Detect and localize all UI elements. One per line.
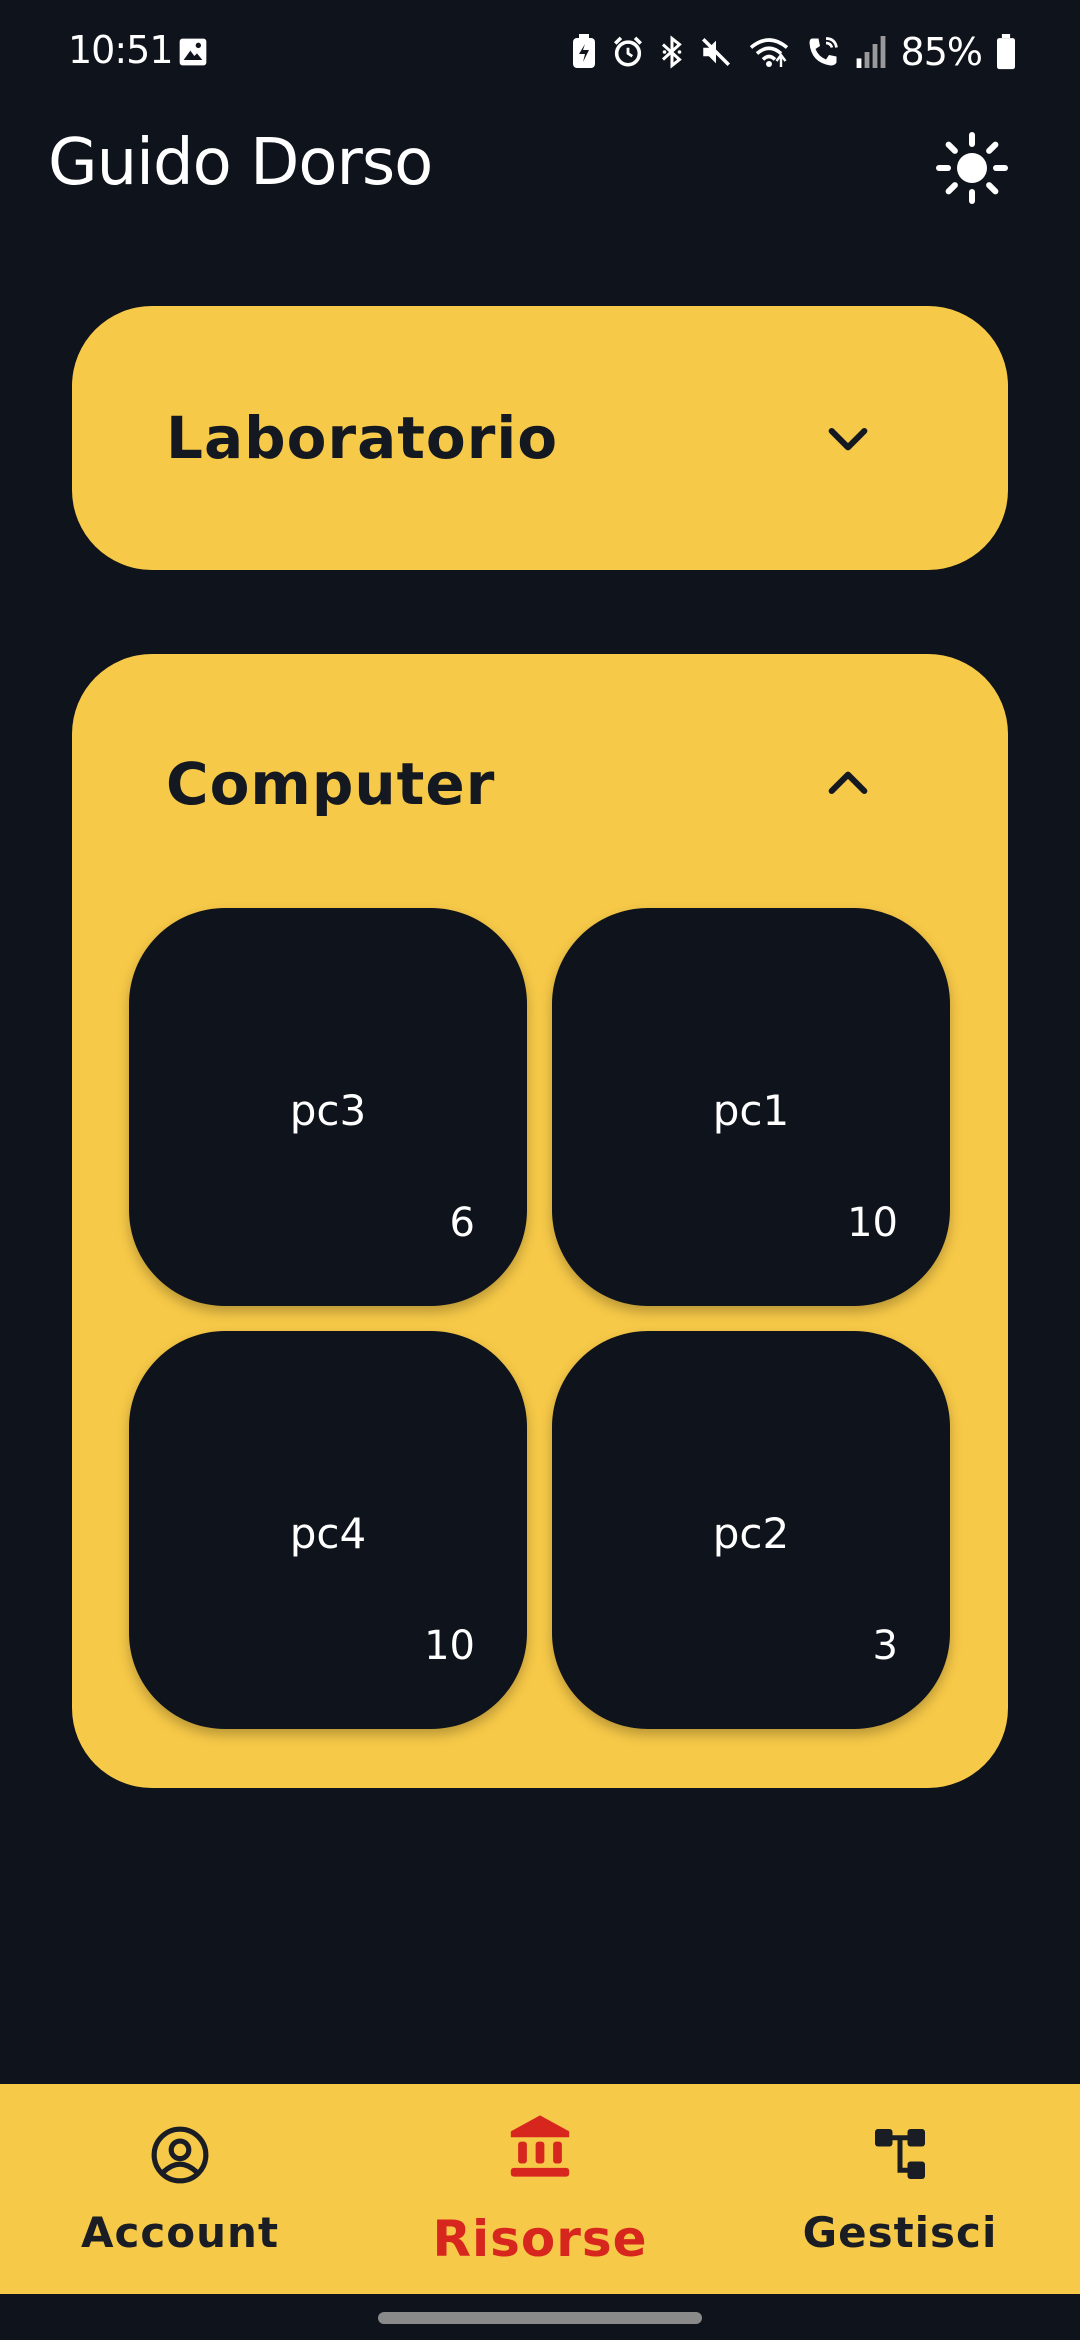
resource-tile-pc2[interactable]: pc2 3 [552, 1331, 950, 1729]
gesture-bar [0, 2294, 1080, 2340]
section-computer[interactable]: Computer pc3 6 pc1 10 pc4 10 pc2 3 [72, 654, 1008, 1788]
nav-item-risorse[interactable]: Risorse [390, 2084, 690, 2294]
chevron-up-icon[interactable] [820, 756, 876, 812]
nav-item-account[interactable]: Account [30, 2084, 330, 2294]
resource-name: pc4 [289, 1509, 367, 1558]
resource-tile-pc1[interactable]: pc1 10 [552, 908, 950, 1306]
home-indicator[interactable] [378, 2312, 702, 2324]
section-title: Laboratorio [166, 404, 559, 472]
nav-label-risorse: Risorse [432, 2210, 648, 2268]
resource-tile-pc4[interactable]: pc4 10 [129, 1331, 527, 1729]
resource-tile-pc3[interactable]: pc3 6 [129, 908, 527, 1306]
resource-count: 10 [424, 1623, 475, 1669]
status-time: 10:51 [68, 28, 174, 72]
page-title: Guido Dorso [48, 126, 433, 200]
theme-toggle-button[interactable] [930, 126, 1014, 210]
resource-count: 3 [872, 1623, 898, 1669]
nav-label-account: Account [80, 2208, 280, 2257]
account-circle-icon [151, 2126, 209, 2184]
section-laboratorio[interactable]: Laboratorio [72, 306, 1008, 570]
nav-label-gestisci: Gestisci [802, 2208, 998, 2257]
resource-name: pc1 [712, 1086, 790, 1135]
resource-name: pc3 [289, 1086, 367, 1135]
signal-icon [856, 36, 885, 68]
battery-percent: 85% [900, 30, 983, 74]
mute-icon [701, 37, 730, 67]
resource-name: pc2 [712, 1509, 790, 1558]
bottom-navigation: Account Risorse Gestisci [0, 2084, 1080, 2294]
hierarchy-icon [875, 2129, 925, 2179]
alarm-icon [613, 36, 642, 67]
section-title: Computer [166, 750, 496, 818]
status-bar: 10:51 85% [0, 0, 1080, 104]
resource-count: 10 [847, 1200, 898, 1246]
battery-saver-icon [572, 34, 595, 68]
gallery-icon [179, 38, 207, 66]
bluetooth-icon [661, 35, 682, 69]
resource-count: 6 [449, 1200, 475, 1246]
sun-icon [936, 132, 1008, 204]
wifi-call-icon [809, 37, 838, 66]
battery-icon [997, 34, 1015, 70]
nav-item-gestisci[interactable]: Gestisci [750, 2084, 1050, 2294]
status-icons: 85% [571, 30, 1016, 74]
chevron-down-icon[interactable] [820, 410, 876, 466]
screen: 10:51 85% Guido Dorso Laboratorio Comput… [0, 0, 1080, 2340]
bank-icon [510, 2115, 570, 2177]
wifi-icon [749, 38, 788, 67]
